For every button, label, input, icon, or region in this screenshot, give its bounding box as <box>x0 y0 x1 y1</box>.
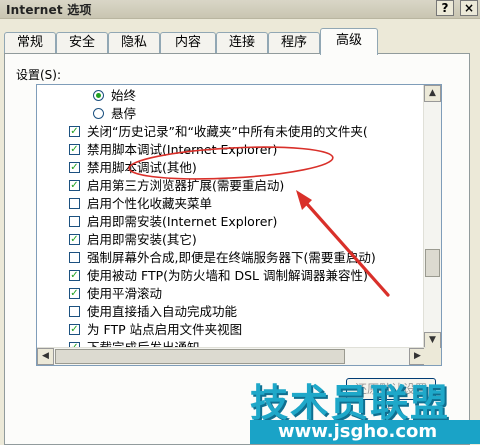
list-item-label: 关闭“历史记录”和“收藏夹”中所有未使用的文件夹( <box>87 124 368 139</box>
horizontal-scrollbar[interactable]: ◀ ▶ <box>37 347 426 365</box>
window-title: Internet 选项 <box>6 3 92 17</box>
list-item[interactable]: 悬停 <box>37 105 425 123</box>
list-item-label: 使用平滑滚动 <box>87 286 163 301</box>
tab-privacy[interactable]: 隐私 <box>108 32 160 53</box>
radio-button[interactable] <box>93 90 104 101</box>
list-item[interactable]: ✓ 为 FTP 站点启用文件夹视图 <box>37 321 425 339</box>
checkbox-checked[interactable]: ✓ <box>69 324 80 335</box>
close-button[interactable]: × <box>460 0 478 16</box>
vertical-scrollbar[interactable]: ▲ ▼ <box>423 85 441 349</box>
list-item[interactable]: ✓ 启用第三方浏览器扩展(需要重启动) <box>37 177 425 195</box>
list-item[interactable]: 启用个性化收藏夹菜单 <box>37 195 425 213</box>
scrollbar-corner <box>424 348 441 365</box>
list-item-label: 为 FTP 站点启用文件夹视图 <box>87 322 243 337</box>
list-item[interactable]: 始终 <box>37 87 425 105</box>
list-item[interactable]: 强制屏幕外合成,即便是在终端服务器下(需要重启动) <box>37 249 425 267</box>
watermark: 技术员联盟 www.jsgho.com <box>250 372 480 445</box>
tab-strip: 常规 安全 隐私 内容 连接 程序 高级 <box>4 28 476 55</box>
list-item-label: 启用第三方浏览器扩展(需要重启动) <box>87 178 285 193</box>
tab-advanced[interactable]: 高级 <box>320 28 378 55</box>
list-item-label: 悬停 <box>111 106 137 121</box>
checkbox-checked[interactable]: ✓ <box>69 234 80 245</box>
list-item[interactable]: ✓ 禁用脚本调试(Internet Explorer) <box>37 141 425 159</box>
tab-programs[interactable]: 程序 <box>268 32 320 53</box>
tab-general[interactable]: 常规 <box>4 32 56 53</box>
radio-button[interactable] <box>93 108 104 119</box>
title-bar: Internet 选项 ? × <box>0 0 480 19</box>
scroll-up-icon[interactable]: ▲ <box>424 85 441 102</box>
list-item-label: 使用被动 FTP(为防火墙和 DSL 调制解调器兼容性) <box>87 268 368 283</box>
checkbox-unchecked[interactable] <box>69 198 80 209</box>
tab-content[interactable]: 内容 <box>160 32 216 53</box>
list-item[interactable]: ✓ 使用平滑滚动 <box>37 285 425 303</box>
settings-label: 设置(S): <box>16 68 62 82</box>
checkbox-checked[interactable]: ✓ <box>69 162 80 173</box>
tab-connections[interactable]: 连接 <box>216 32 268 53</box>
checkbox-checked[interactable]: ✓ <box>69 126 80 137</box>
settings-listbox[interactable]: 始终 悬停 ✓ 关闭“历史记录”和“收藏夹”中所有未使用的文件夹( ✓ 禁用脚本… <box>36 84 442 366</box>
list-item[interactable]: ✓ 启用即需安装(其它) <box>37 231 425 249</box>
list-item-label: 启用即需安装(其它) <box>87 232 197 247</box>
scroll-left-icon[interactable]: ◀ <box>37 348 54 365</box>
list-item-label: 强制屏幕外合成,即便是在终端服务器下(需要重启动) <box>87 250 376 265</box>
list-item-label: 禁用脚本调试(其他) <box>87 160 197 175</box>
list-item-label: 使用直接插入自动完成功能 <box>87 304 238 319</box>
checkbox-checked[interactable]: ✓ <box>69 288 80 299</box>
list-item-label: 启用个性化收藏夹菜单 <box>87 196 213 211</box>
list-item-label: 始终 <box>111 88 137 103</box>
watermark-title: 技术员联盟 <box>250 381 451 425</box>
scroll-down-icon[interactable]: ▼ <box>424 332 441 349</box>
checkbox-unchecked[interactable] <box>69 252 80 263</box>
list-item[interactable]: 使用直接插入自动完成功能 <box>37 303 425 321</box>
checkbox-checked[interactable]: ✓ <box>69 180 80 191</box>
list-item-label: 禁用脚本调试(Internet Explorer) <box>87 142 278 157</box>
list-item[interactable]: 启用即需安装(Internet Explorer) <box>37 213 425 231</box>
vertical-scroll-thumb[interactable] <box>425 249 440 277</box>
list-item-label: 启用即需安装(Internet Explorer) <box>87 214 278 229</box>
checkbox-checked[interactable]: ✓ <box>69 270 80 281</box>
list-item[interactable]: ✓ 禁用脚本调试(其他) <box>37 159 425 177</box>
tab-security[interactable]: 安全 <box>56 32 108 53</box>
help-button[interactable]: ? <box>436 0 454 16</box>
checkbox-unchecked[interactable] <box>69 216 80 227</box>
checkbox-unchecked[interactable] <box>69 306 80 317</box>
horizontal-scroll-thumb[interactable] <box>55 349 345 364</box>
list-item[interactable]: ✓ 关闭“历史记录”和“收藏夹”中所有未使用的文件夹( <box>37 123 425 141</box>
checkbox-checked[interactable]: ✓ <box>69 144 80 155</box>
watermark-url: www.jsgho.com <box>278 421 438 442</box>
list-item[interactable]: ✓ 使用被动 FTP(为防火墙和 DSL 调制解调器兼容性) <box>37 267 425 285</box>
